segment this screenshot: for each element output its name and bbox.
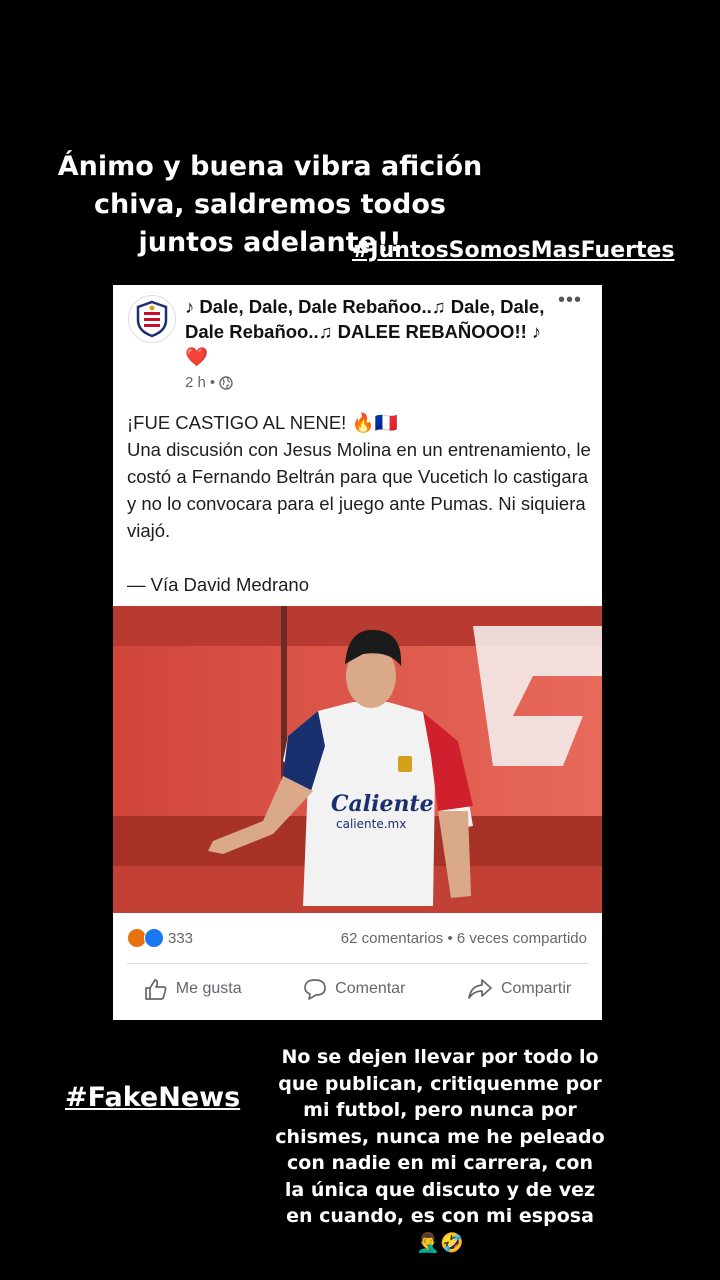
- comment-label: Comentar: [335, 980, 406, 997]
- facebook-post-card: ♪ Dale, Dale, Dale Rebañoo..♫ Dale, Dale…: [113, 285, 602, 1020]
- hashtag-juntos-somos-mas-fuertes[interactable]: #JuntosSomosMasFuertes: [352, 238, 675, 263]
- reactions-summary[interactable]: 333: [127, 928, 193, 948]
- post-body: ¡FUE CASTIGO AL NENE! 🔥🇫🇷 Una discusión …: [127, 409, 592, 598]
- club-crest-icon: [136, 300, 168, 338]
- like-reaction-icon: [144, 928, 164, 948]
- share-button[interactable]: Compartir: [467, 978, 571, 1000]
- jersey-sponsor-url: caliente.mx: [336, 817, 406, 831]
- share-count[interactable]: 6 veces compartido: [457, 930, 587, 947]
- post-text: Una discusión con Jesus Molina en un ent…: [127, 439, 591, 541]
- story-bottom-caption: No se dejen llevar por todo lo que publi…: [275, 1046, 605, 1254]
- post-meta: 2 h •: [185, 374, 233, 391]
- hashtag-fake-news[interactable]: #FakeNews: [65, 1082, 240, 1113]
- avatar[interactable]: [128, 295, 176, 343]
- post-photo[interactable]: Caliente caliente.mx: [113, 606, 602, 913]
- more-options-icon[interactable]: •••: [558, 289, 582, 312]
- post-stats: 62 comentarios • 6 veces compartido: [341, 930, 587, 947]
- post-time[interactable]: 2 h: [185, 374, 206, 391]
- like-button[interactable]: Me gusta: [144, 978, 242, 1000]
- reaction-count: 333: [168, 929, 194, 947]
- post-author[interactable]: ♪ Dale, Dale, Dale Rebañoo..♫ Dale, Dale…: [185, 294, 545, 369]
- post-actions: Me gusta Comentar Compartir: [113, 978, 602, 1000]
- share-label: Compartir: [500, 980, 572, 997]
- post-headline: ¡FUE CASTIGO AL NENE! 🔥🇫🇷: [127, 412, 398, 433]
- post-source: — Vía David Medrano: [127, 574, 310, 595]
- comment-count[interactable]: 62 comentarios: [341, 930, 444, 947]
- stats-separator: •: [447, 930, 453, 947]
- jersey-sponsor: Caliente: [331, 791, 434, 817]
- divider: [127, 963, 588, 964]
- meta-separator: •: [209, 374, 216, 391]
- thumbs-up-icon: [144, 979, 167, 1000]
- comment-button[interactable]: Comentar: [303, 978, 405, 1000]
- like-label: Me gusta: [175, 980, 242, 997]
- share-icon: [468, 979, 492, 999]
- globe-icon: [219, 375, 233, 390]
- comment-icon: [304, 979, 327, 1000]
